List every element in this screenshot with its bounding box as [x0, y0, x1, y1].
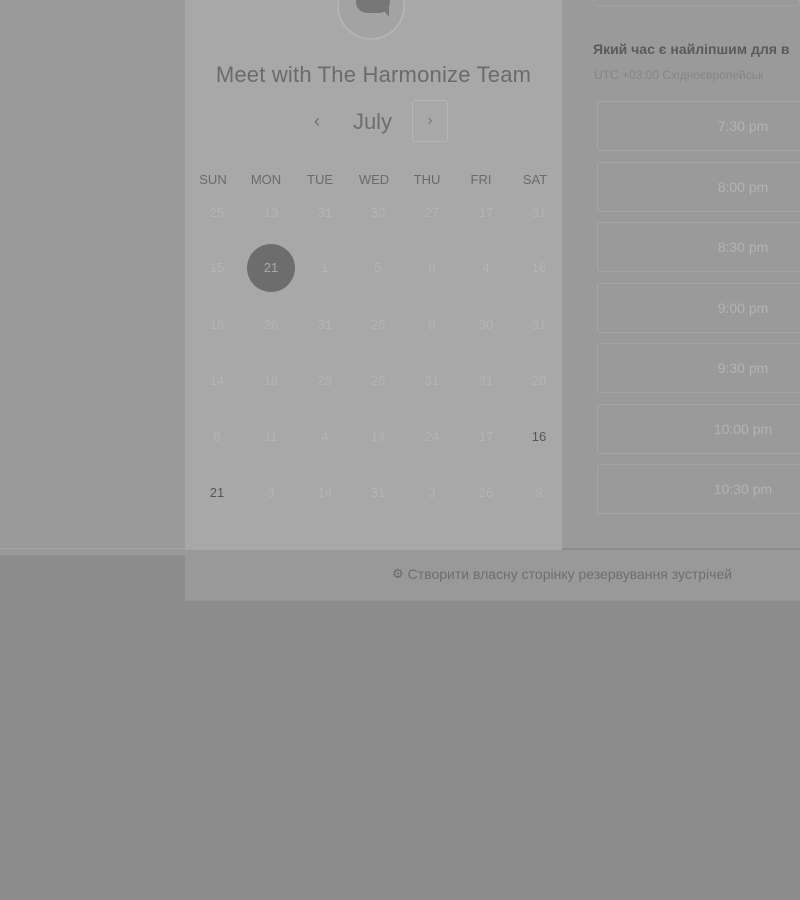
- calendar-day: 3: [267, 485, 275, 500]
- month-label: July: [352, 109, 393, 134]
- calendar-day: 26: [263, 317, 279, 332]
- calendar-panel: Meet with The Harmonize Team ‹ July › SU…: [185, 0, 562, 550]
- calendar-day: 17: [478, 429, 494, 444]
- calendar-day: 30: [370, 205, 386, 220]
- calendar-day-available[interactable]: 16: [515, 413, 563, 461]
- time-slot-button[interactable]: 10:00 pm: [597, 404, 800, 454]
- calendar-day: 26: [370, 373, 386, 388]
- calendar-day: 28: [317, 373, 333, 388]
- create-booking-page-link[interactable]: ⚙ Створити власну сторінку резервування …: [392, 566, 732, 582]
- calendar-day: 20: [531, 373, 547, 388]
- calendar-day: 15: [209, 260, 225, 275]
- time-slot-label: 10:30 pm: [713, 481, 773, 497]
- next-month-button[interactable]: ›: [412, 100, 448, 142]
- meeting-title: Meet with The Harmonize Team: [215, 62, 532, 87]
- calendar-day: 16: [531, 260, 547, 275]
- time-slot-button[interactable]: 8:00 pm: [597, 162, 800, 212]
- time-slot-button[interactable]: 7:30 pm: [597, 101, 800, 151]
- calendar-day: 14: [370, 429, 386, 444]
- calendar-day: 18: [263, 373, 279, 388]
- time-slot-label: 7:30 pm: [717, 118, 769, 134]
- calendar-day: 30: [478, 317, 494, 332]
- timezone-label[interactable]: UTC +03:00 Східноєвропейськ: [594, 68, 763, 82]
- calendar-day: 26: [478, 485, 494, 500]
- weekday-sun: SUN: [199, 172, 227, 187]
- calendar-day: 31: [370, 485, 386, 500]
- weekday-header: SUN MON TUE WED THU FRI SAT: [185, 172, 562, 188]
- footer-link-text: Створити власну сторінку резервування зу…: [407, 566, 733, 582]
- calendar-day: 25: [209, 205, 225, 220]
- calendar-day: 9: [535, 485, 543, 500]
- calendar-day: 17: [478, 205, 494, 220]
- chat-avatar: [337, 0, 405, 40]
- calendar-day: 18: [209, 317, 225, 332]
- time-question-heading: Який час є найліпшим для в: [593, 41, 790, 57]
- calendar-day: 13: [263, 205, 279, 220]
- time-slot-label: 8:00 pm: [717, 179, 769, 195]
- calendar-day: 27: [424, 205, 440, 220]
- weekday-fri: FRI: [470, 172, 492, 187]
- calendar-day: 5: [374, 260, 382, 275]
- calendar-day: 26: [370, 317, 386, 332]
- calendar-day: 4: [321, 429, 329, 444]
- calendar-day: 31: [531, 205, 547, 220]
- weekday-sat: SAT: [522, 172, 548, 187]
- calendar-day: 31: [478, 373, 494, 388]
- time-slot-label: 9:00 pm: [717, 300, 769, 316]
- calendar-day: 9: [428, 317, 436, 332]
- time-slot-button[interactable]: 9:00 pm: [597, 283, 800, 333]
- weekday-thu: THU: [413, 172, 441, 187]
- time-slot-button[interactable]: 8:30 pm: [597, 222, 800, 272]
- time-slot-button[interactable]: 10:30 pm: [597, 464, 800, 514]
- calendar-day: 3: [428, 485, 436, 500]
- calendar-day: 14: [209, 373, 225, 388]
- calendar-day: 31: [317, 317, 333, 332]
- calendar-day: 14: [317, 485, 333, 500]
- page-divider: [0, 548, 185, 555]
- prev-month-button[interactable]: ‹: [302, 106, 332, 136]
- calendar-day: 1: [321, 260, 329, 275]
- time-slot-label: 9:30 pm: [717, 360, 769, 376]
- calendar-day: 8: [428, 260, 436, 275]
- time-slot-label: 8:30 pm: [717, 239, 769, 255]
- month-navigation: ‹ July ›: [185, 100, 562, 144]
- calendar-day: 8: [213, 429, 221, 444]
- weekday-tue: TUE: [307, 172, 333, 187]
- time-slot-button[interactable]: 9:30 pm: [597, 343, 800, 393]
- top-button-edge: [594, 0, 800, 6]
- hubspot-sprocket-icon: ⚙: [392, 566, 404, 581]
- weekday-mon: MON: [250, 172, 282, 187]
- calendar-day: 31: [424, 373, 440, 388]
- weekday-wed: WED: [358, 172, 390, 187]
- calendar-day-selected[interactable]: 21: [247, 244, 295, 292]
- calendar-day-available[interactable]: 21: [193, 469, 241, 517]
- time-slot-label: 10:00 pm: [713, 421, 773, 437]
- calendar-day: 4: [482, 260, 490, 275]
- calendar-day: 31: [317, 205, 333, 220]
- calendar-day: 11: [264, 429, 278, 444]
- calendar-day: 24: [424, 429, 440, 444]
- calendar-day: 31: [531, 317, 547, 332]
